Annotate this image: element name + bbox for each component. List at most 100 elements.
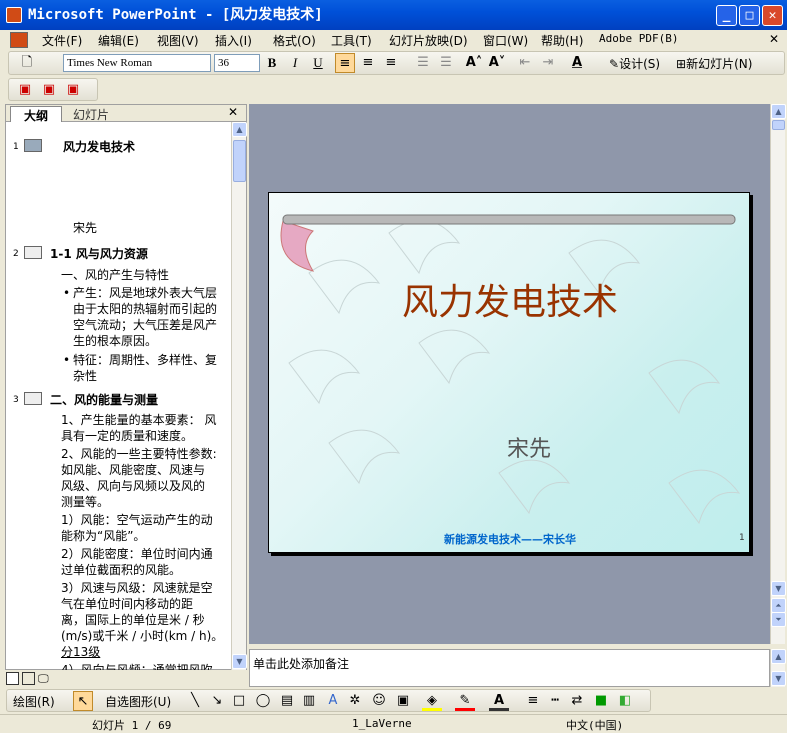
window-title: Microsoft PowerPoint - [风力发电技术] <box>28 7 323 23</box>
convert-pdf-review-icon[interactable]: ▣ <box>63 80 83 100</box>
notes-pane[interactable]: 单击此处添加备注 <box>249 649 770 687</box>
arrow-style-icon[interactable]: ⇄ <box>567 691 587 711</box>
scroll-up-icon[interactable]: ▲ <box>771 104 786 119</box>
outline-item: 1、产生能量的基本要素： 风 <box>61 413 217 427</box>
slide-canvas[interactable]: 风力发电技术 宋先 新能源发电技术——宋长华 1 <box>268 192 750 553</box>
menu-adobe-pdf[interactable]: Adobe PDF(B) <box>599 32 678 45</box>
textbox-icon[interactable]: ▤ <box>277 691 297 711</box>
arrow-icon[interactable]: ↘ <box>207 691 227 711</box>
bullet-icon: • <box>63 286 71 300</box>
numbering-icon[interactable]: ☰ <box>413 53 433 73</box>
dash-style-icon[interactable]: ┅ <box>545 691 565 711</box>
slideshow-view-icon[interactable]: 🖵 <box>38 672 49 686</box>
menu-insert[interactable]: 插入(I) <box>215 32 252 49</box>
increase-font-icon[interactable]: A˄ <box>464 53 484 73</box>
slide-title[interactable]: 风力发电技术 <box>269 273 749 325</box>
previous-slide-icon[interactable]: ⏶ <box>771 598 786 613</box>
normal-view-icon[interactable] <box>6 672 19 685</box>
menu-view[interactable]: 视图(V) <box>157 32 199 49</box>
line-icon[interactable]: ╲ <box>185 691 205 711</box>
powerpoint-app-icon[interactable] <box>6 7 22 23</box>
menu-help[interactable]: 帮助(H) <box>541 32 583 49</box>
decrease-indent-icon[interactable]: ⇤ <box>515 53 535 73</box>
slide-scrollbar[interactable]: ▲ ▼ ⏶ ⏷ <box>770 104 786 644</box>
font-color-button[interactable]: A <box>567 53 587 73</box>
drawing-toolbar: 绘图(R) ↖ 自选图形(U) ╲ ↘ □ ◯ ▤ ▥ A ✲ ☺ ▣ ◈ ✎ … <box>6 689 651 712</box>
slide-icon[interactable] <box>24 246 42 259</box>
underline-button[interactable]: U <box>308 53 328 73</box>
line-color-icon[interactable]: ✎ <box>455 691 475 711</box>
scroll-down-icon[interactable]: ▼ <box>771 671 786 686</box>
new-document-icon[interactable]: 🗋 <box>17 53 37 73</box>
slide-rule-bar <box>282 214 736 225</box>
design-button[interactable]: ✎设计(S) <box>609 55 660 72</box>
italic-button[interactable]: I <box>285 53 305 73</box>
outline-item: 由于太阳的热辐射而引起的 <box>73 302 218 316</box>
scroll-down-icon[interactable]: ▼ <box>771 581 786 596</box>
rectangle-icon[interactable]: □ <box>229 691 249 711</box>
font-size-select[interactable]: 36 <box>214 54 260 72</box>
oval-icon[interactable]: ◯ <box>253 691 273 711</box>
font-name-select[interactable]: Times New Roman <box>63 54 211 72</box>
close-window-button[interactable]: ✕ <box>762 5 783 26</box>
line-style-icon[interactable]: ≡ <box>523 691 543 711</box>
menu-tools[interactable]: 工具(T) <box>331 32 372 49</box>
scroll-thumb[interactable] <box>772 120 785 130</box>
draw-font-color-icon[interactable]: A <box>489 691 509 711</box>
convert-pdf-icon[interactable]: ▣ <box>15 80 35 100</box>
3d-style-icon[interactable]: ◧ <box>615 691 635 711</box>
tab-slides[interactable]: 幻灯片 <box>64 106 118 122</box>
tab-outline[interactable]: 大纲 <box>10 106 62 123</box>
picture-icon[interactable]: ▣ <box>393 691 413 711</box>
boomerang-ornament <box>280 220 315 272</box>
vertical-textbox-icon[interactable]: ▥ <box>299 691 319 711</box>
slide-subtitle[interactable]: 宋先 <box>269 431 749 463</box>
next-slide-icon[interactable]: ⏷ <box>771 612 786 627</box>
menu-format[interactable]: 格式(O) <box>273 32 316 49</box>
decrease-font-icon[interactable]: A˅ <box>487 53 507 73</box>
document-icon[interactable] <box>10 32 28 48</box>
menu-slideshow[interactable]: 幻灯片放映(D) <box>389 32 468 49</box>
autoshapes-menu-button[interactable]: 自选图形(U) <box>105 693 171 710</box>
sorter-view-icon[interactable] <box>22 672 35 685</box>
menu-file[interactable]: 文件(F) <box>42 32 82 49</box>
menu-edit[interactable]: 编辑(E) <box>98 32 139 49</box>
slide-icon[interactable] <box>24 392 42 405</box>
notes-scrollbar[interactable]: ▲ ▼ <box>770 649 786 687</box>
outline-item: 2、风能的一些主要特性参数: <box>61 447 217 461</box>
outline-item: 风级、风向与风频以及风的 <box>61 479 206 493</box>
bullets-icon[interactable]: ☰ <box>436 53 456 73</box>
scroll-thumb[interactable] <box>233 140 246 182</box>
document-close-button[interactable]: ✕ <box>769 32 779 46</box>
pane-close-button[interactable]: ✕ <box>228 105 238 119</box>
scroll-down-icon[interactable]: ▼ <box>232 654 247 669</box>
align-right-icon[interactable]: ≡ <box>381 53 401 73</box>
diagram-icon[interactable]: ✲ <box>345 691 365 711</box>
bold-button[interactable]: B <box>262 53 282 73</box>
outline-item: 2）风能密度：单位时间内通 <box>61 547 213 561</box>
new-slide-icon: ⊞ <box>676 57 687 71</box>
new-slide-button[interactable]: ⊞新幻灯片(N) <box>676 55 752 72</box>
outline-item: 过单位截面积的风能。 <box>61 563 182 577</box>
outline-item: 具有一定的质量和速度。 <box>61 429 194 443</box>
align-center-icon[interactable]: ≡ <box>358 53 378 73</box>
outline-content[interactable]: 1 风力发电技术 宋先 2 1-1 风与风力资源 一、风的产生与特性 • 产生：… <box>6 122 231 670</box>
outline-pane: 大纲 幻灯片 ✕ 1 风力发电技术 宋先 2 1-1 风与风力资源 一、风的产生… <box>5 104 247 670</box>
fill-color-icon[interactable]: ◈ <box>422 691 442 711</box>
maximize-button[interactable]: □ <box>739 5 760 26</box>
scroll-up-icon[interactable]: ▲ <box>232 122 247 137</box>
draw-menu-button[interactable]: 绘图(R) <box>13 693 55 710</box>
convert-pdf-email-icon[interactable]: ▣ <box>39 80 59 100</box>
select-pointer-icon[interactable]: ↖ <box>73 691 93 711</box>
increase-indent-icon[interactable]: ⇥ <box>538 53 558 73</box>
shadow-style-icon[interactable]: ■ <box>591 691 611 711</box>
minimize-button[interactable]: _ <box>716 5 737 26</box>
slide-icon[interactable] <box>24 139 42 152</box>
wordart-icon[interactable]: A <box>323 691 343 711</box>
align-left-icon[interactable]: ≡ <box>335 53 355 73</box>
menu-window[interactable]: 窗口(W) <box>483 32 528 49</box>
outline-scrollbar[interactable]: ▲ ▼ <box>231 122 247 670</box>
outline-item: 一、风的产生与特性 <box>61 268 170 282</box>
scroll-up-icon[interactable]: ▲ <box>771 649 786 664</box>
clipart-icon[interactable]: ☺ <box>369 691 389 711</box>
